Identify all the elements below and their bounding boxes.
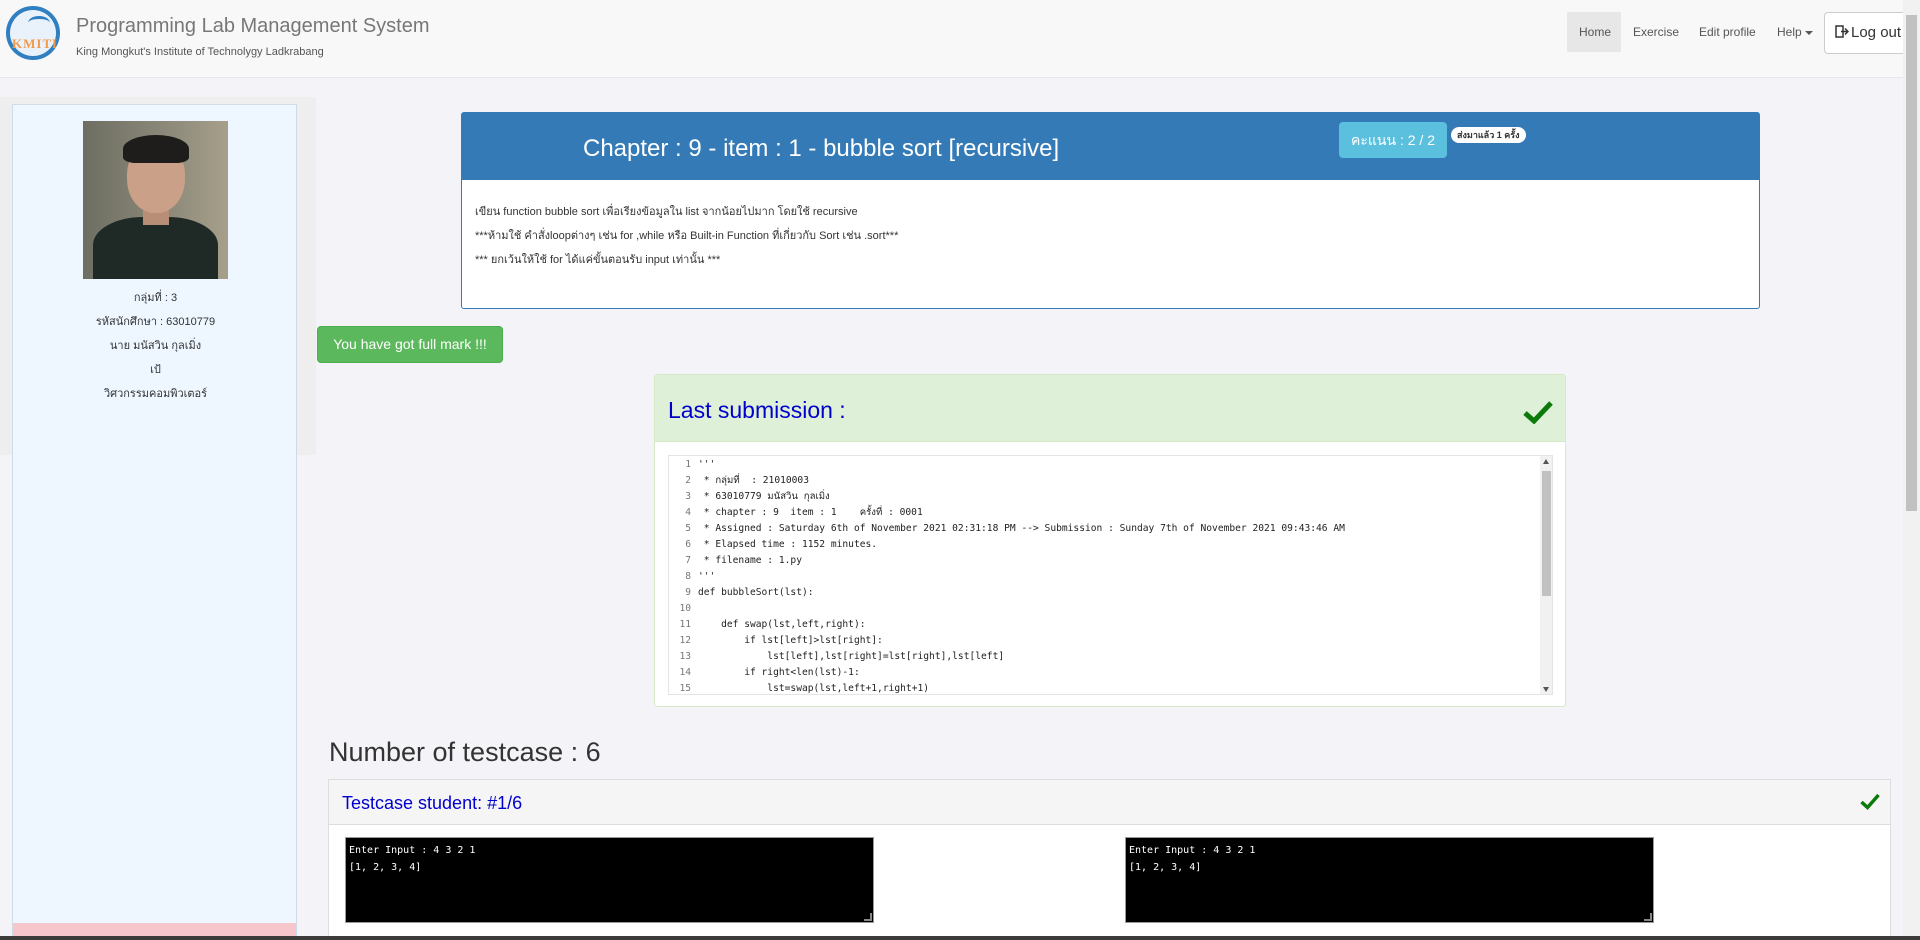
student-department: วิศวกรรมคอมพิวเตอร์ [103, 388, 208, 400]
testcase-title: Testcase student: #1/6 [342, 793, 523, 813]
app-title[interactable]: Programming Lab Management System [76, 15, 430, 38]
code-scrollbar[interactable] [1540, 456, 1552, 694]
check-icon [1860, 793, 1880, 810]
nav-home-label: Home [1579, 25, 1612, 39]
expected-output-textarea[interactable]: Enter Input : 4 3 2 1 [1, 2, 3, 4] [345, 837, 874, 923]
nav-exercise[interactable]: Exercise [1621, 12, 1691, 52]
code-line: 9 def bubbleSort(lst): [685, 587, 814, 598]
code-line: 1 ''' [685, 459, 716, 470]
student-output-textarea[interactable]: Enter Input : 4 3 2 1 [1, 2, 3, 4] [1125, 837, 1654, 923]
code-line: 11 def swap(lst,left,right): [679, 619, 866, 630]
student-id: รหัสนักศึกษา : 63010779 [95, 316, 216, 328]
logout-icon [1835, 25, 1850, 38]
scroll-up-arrow-icon[interactable] [1543, 459, 1549, 464]
bird-icon [28, 16, 50, 30]
last-submission-header: Last submission : [655, 375, 1565, 442]
code-line: 6 * Elapsed time : 1152 minutes. [685, 539, 878, 550]
nav-edit-profile[interactable]: Edit profile [1687, 12, 1768, 52]
check-icon [1523, 401, 1553, 424]
last-submission-panel: Last submission : 1 ''' 2 * กลุ่มที่ : 21… [654, 374, 1566, 707]
resize-handle-icon[interactable] [1644, 913, 1652, 921]
code-line: 15 lst=swap(lst,left+1,right+1) [679, 683, 930, 694]
submission-count-badge: ส่งมาแล้ว 1 ครั้ง [1451, 127, 1526, 143]
code-line: 8 ''' [685, 571, 716, 582]
avatar [83, 121, 228, 279]
page-scroll-thumb[interactable] [1906, 15, 1917, 511]
scroll-down-arrow-icon[interactable] [1543, 687, 1549, 692]
code-line: 13 lst[left],lst[right]=lst[right],lst[l… [679, 651, 1005, 662]
testcase-header: Testcase student: #1/6 [329, 780, 1890, 825]
caret-down-icon [1804, 30, 1813, 35]
kmitl-logo[interactable]: KMITL [6, 6, 60, 60]
resize-handle-icon[interactable] [864, 913, 872, 921]
code-line: 7 * filename : 1.py [685, 555, 802, 566]
code-line: 5 * Assigned : Saturday 6th of November … [685, 523, 1345, 534]
navbar: KMITL Programming Lab Management System … [0, 0, 1920, 78]
chapter-header: Chapter : 9 - item : 1 - bubble sort [re… [462, 113, 1759, 180]
window-bottom-edge [0, 936, 1920, 940]
instruction-line: เขียน function bubble sort เพื่อเรียงข้อ… [475, 206, 858, 218]
score-button[interactable]: คะแนน : 2 / 2 [1339, 122, 1447, 158]
chapter-panel: Chapter : 9 - item : 1 - bubble sort [re… [461, 112, 1760, 309]
chapter-title: Chapter : 9 - item : 1 - bubble sort [re… [583, 135, 1060, 162]
student-output-text: Enter Input : 4 3 2 1 [1, 2, 3, 4] [1129, 845, 1256, 873]
code-line: 12 if lst[left]>lst[right]: [679, 635, 883, 646]
code-scroll-thumb[interactable] [1542, 471, 1551, 596]
page-scrollbar[interactable] [1903, 0, 1920, 940]
expected-output-text: Enter Input : 4 3 2 1 [1, 2, 3, 4] [349, 845, 476, 873]
student-profile-card: กลุ่มที่ : 3 รหัสนักศึกษา : 63010779 นาย… [12, 104, 297, 940]
nav-home[interactable]: Home [1567, 12, 1621, 52]
code-line: 2 * กลุ่มที่ : 21010003 [685, 475, 809, 486]
nav-edit-profile-label: Edit profile [1699, 25, 1756, 39]
instruction-line: *** ยกเว้นให้ใช้ for ได้แค่ขั้นตอนรับ in… [475, 254, 721, 266]
nav-help-label: Help [1777, 25, 1802, 39]
student-group: กลุ่มที่ : 3 [133, 292, 178, 304]
logout-label: Log out [1851, 24, 1902, 41]
code-line: 4 * chapter : 9 item : 1 ครั้งที่ : 0001 [685, 507, 923, 518]
code-line: 10 [679, 603, 691, 614]
student-nickname: เป้ [150, 364, 161, 376]
last-submission-title: Last submission : [668, 397, 846, 423]
app-subtitle: King Mongkut's Institute of Technolygy L… [76, 46, 324, 58]
student-name: นาย มนัสวิน กุลเมิ่ง [109, 340, 202, 352]
code-line: 14 if right<len(lst)-1: [679, 667, 860, 678]
code-viewer[interactable]: 1 ''' 2 * กลุ่มที่ : 21010003 3 * 6301077… [668, 455, 1553, 695]
nav-help[interactable]: Help [1765, 12, 1825, 52]
full-mark-button[interactable]: You have got full mark !!! [317, 326, 503, 363]
nav-exercise-label: Exercise [1633, 25, 1680, 39]
testcase-count: Number of testcase : 6 [329, 737, 601, 767]
logo-text: KMITL [12, 36, 60, 51]
testcase-panel: Testcase student: #1/6 Enter Input : 4 3… [328, 779, 1891, 940]
instruction-line: ***ห้ามใช้ คำสั่งloopต่างๆ เช่น for ,whi… [475, 230, 899, 242]
code-line: 3 * 63010779 มนัสวิน กุลเมิ่ง [685, 491, 830, 502]
